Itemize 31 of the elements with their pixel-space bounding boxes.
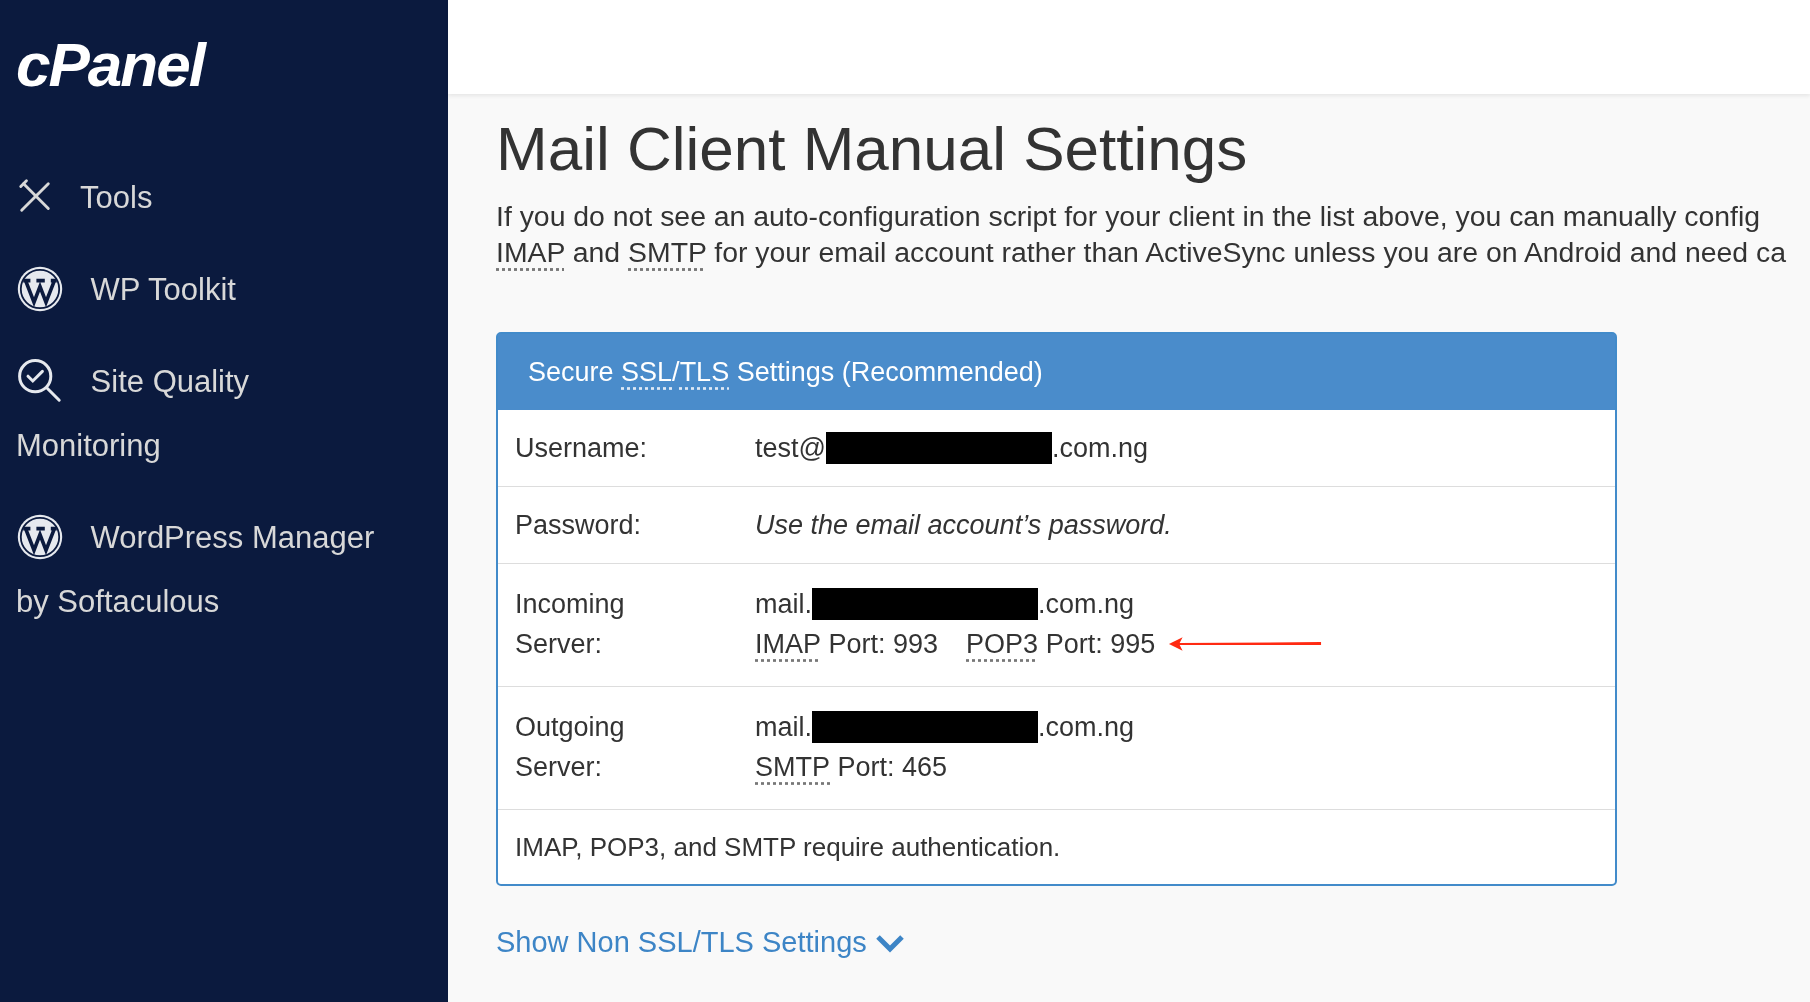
protocol-abbreviation: SMTP xyxy=(755,751,830,785)
protocol-abbreviation: IMAP xyxy=(755,628,821,662)
intro-text: If you do not see an auto-configuration script for your client in the list above, you can manually config xyxy=(496,199,1762,235)
setting-label: Username: xyxy=(515,432,649,466)
setting-value: .com.ng xyxy=(1051,432,1148,466)
setting-value: Port: 465 xyxy=(836,751,948,785)
setting-label: Password: xyxy=(515,509,643,543)
wordpress-icon xyxy=(16,512,64,561)
sidebar-item[interactable]: Tools xyxy=(16,166,388,230)
panel-heading: Secure SSL/TLS Settings (Recommended) xyxy=(498,334,1615,411)
setting-value: Port: 995 xyxy=(1044,628,1156,662)
sidebar-item[interactable]: WordPress Manager by Softaculous xyxy=(16,506,388,634)
setting-value: mail. xyxy=(755,711,812,745)
setting-value: Port: 993 xyxy=(827,628,939,662)
setting-label: Incoming Server: xyxy=(515,588,626,662)
setting-value: .com.ng xyxy=(1038,588,1135,622)
sidebar-item[interactable]: WP Toolkit xyxy=(16,258,388,322)
panel-footer-note: IMAP, POP3, and SMTP require authentication. xyxy=(515,831,1061,865)
intro-text: IMAP and SMTP for your email account rather than ActiveSync unless you are on Android and need ca xyxy=(496,235,1787,271)
wordpress-icon xyxy=(16,264,64,313)
protocol-abbreviation: POP3 xyxy=(966,628,1039,662)
setting-value: Use the email account’s password. xyxy=(755,509,1172,543)
setting-value: mail. xyxy=(755,588,812,622)
page-title: Mail Client Manual Settings xyxy=(496,113,1249,185)
sidebar-item[interactable]: Site Quality Monitoring xyxy=(16,350,388,478)
setting-value: .com.ng xyxy=(1038,711,1135,745)
cpanel-logo: cPanel xyxy=(16,34,207,96)
setting-label: Outgoing Server: xyxy=(515,711,626,785)
setting-value: test@ xyxy=(755,432,826,466)
magnifier-check-icon xyxy=(16,356,64,405)
show-non-ssl-link[interactable]: Show Non SSL/TLS Settings xyxy=(496,926,905,960)
